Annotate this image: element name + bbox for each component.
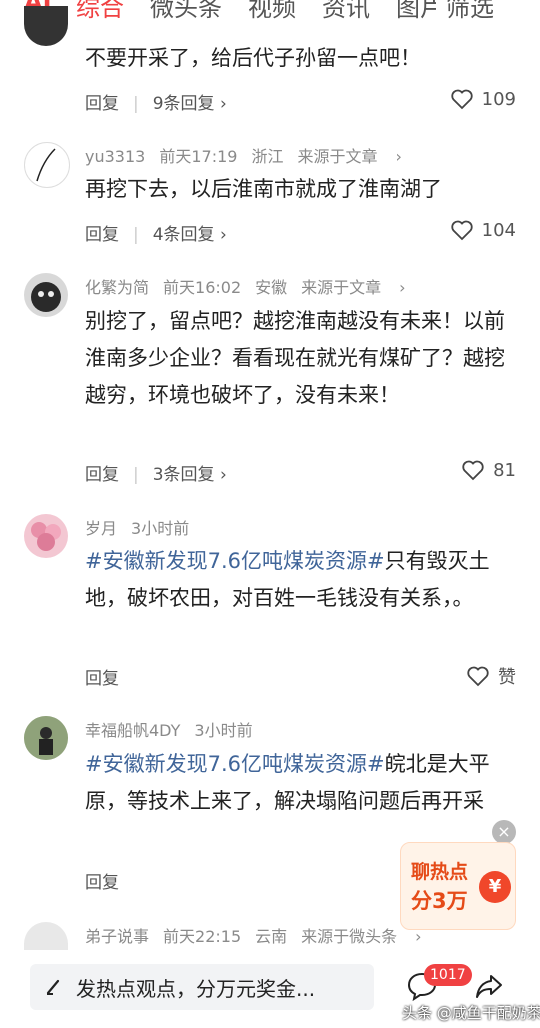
- avatar-image: [24, 716, 68, 760]
- location: 云南: [255, 927, 288, 946]
- comment-body: 不要开采了，给后代子孙留一点吧！: [85, 46, 421, 70]
- coin-icon: ¥: [479, 871, 511, 903]
- username[interactable]: 弟子说事: [85, 927, 149, 946]
- heart-icon: [467, 666, 489, 687]
- source-link[interactable]: 来源于文章 ›: [297, 147, 415, 166]
- timestamp: 前天22:15: [163, 927, 242, 946]
- top-tab-bar: AI 综合 微头条 视频 资讯 图片 筛选: [0, 0, 540, 28]
- avatar[interactable]: [24, 922, 68, 950]
- like-button[interactable]: 81: [461, 459, 516, 481]
- reply-button[interactable]: 回复: [85, 225, 119, 245]
- avatar[interactable]: [24, 716, 68, 760]
- comment-actions: 回复: [85, 868, 119, 893]
- timestamp: 前天16:02: [163, 278, 242, 297]
- pen-icon: [46, 979, 60, 995]
- reply-button[interactable]: 回复: [85, 94, 119, 114]
- like-button[interactable]: 赞: [466, 663, 516, 689]
- like-button[interactable]: 109: [450, 88, 516, 110]
- share-icon[interactable]: [474, 972, 504, 1000]
- tab-filter[interactable]: 筛选: [446, 0, 494, 23]
- like-label: 赞: [498, 667, 516, 688]
- tab-micro[interactable]: 微头条: [150, 0, 222, 23]
- username[interactable]: 化繁为简: [85, 278, 149, 297]
- tab-all[interactable]: 综合: [76, 0, 124, 23]
- comment-actions: 回复 | 9条回复 ›: [85, 94, 227, 114]
- like-count: 109: [481, 88, 516, 110]
- like-count: 104: [481, 219, 516, 241]
- like-button[interactable]: 104: [450, 219, 516, 241]
- comment-body: #安徽新发现7.6亿吨煤炭资源#只有毁灭土地，破坏农田，对百姓一毛钱没有关系，。: [85, 549, 490, 610]
- comment-actions: 回复 | 3条回复 ›: [85, 465, 227, 485]
- tab-video[interactable]: 视频: [248, 0, 296, 23]
- username[interactable]: 岁月: [85, 519, 117, 538]
- source-link[interactable]: 来源于文章 ›: [301, 278, 419, 297]
- comment-body: 再挖下去，以后淮南市就成了淮南湖了: [85, 177, 442, 201]
- avatar-image: [31, 282, 61, 312]
- replies-link[interactable]: 3条回复 ›: [153, 465, 227, 485]
- timestamp: 3小时前: [194, 721, 253, 740]
- username[interactable]: yu3313: [85, 147, 145, 166]
- username[interactable]: 幸福船帆4DY: [85, 721, 180, 740]
- comment-meta: yu3313 前天17:19 浙江 来源于文章 ›: [85, 143, 430, 167]
- reply-button[interactable]: 回复: [85, 465, 119, 485]
- hot-topic-promo[interactable]: 聊热点 分3万 ¥: [400, 842, 516, 930]
- avatar-image: [36, 148, 56, 182]
- watermark: 头条 @咸鱼干配奶茶: [402, 1004, 540, 1022]
- hashtag-link[interactable]: #安徽新发现7.6亿吨煤炭资源#: [85, 752, 385, 776]
- tab-images[interactable]: 图片: [396, 0, 436, 23]
- comment-count-badge: 1017: [424, 964, 472, 986]
- comment-body: 别挖了，留点吧？越挖淮南越没有未来！以前淮南多少企业？看看现在就光有煤矿了？越挖…: [85, 309, 505, 407]
- avatar[interactable]: [24, 514, 68, 558]
- comment-meta: 幸福船帆4DY 3小时前: [85, 717, 267, 741]
- avatar[interactable]: [24, 273, 68, 317]
- reply-button[interactable]: 回复: [85, 873, 119, 893]
- promo-line2: 分3万: [411, 889, 468, 913]
- hashtag-link[interactable]: #安徽新发现7.6亿吨煤炭资源#: [85, 549, 385, 573]
- comment-body: #安徽新发现7.6亿吨煤炭资源#皖北是大平原，等技术上来了，解决塌陷问题后再开采: [85, 752, 490, 813]
- reply-button[interactable]: 回复: [85, 669, 119, 689]
- timestamp: 3小时前: [131, 519, 190, 538]
- tab-news[interactable]: 资讯: [322, 0, 370, 23]
- heart-icon: [450, 89, 473, 110]
- like-count: 81: [493, 459, 516, 481]
- replies-link[interactable]: 9条回复 ›: [153, 94, 227, 114]
- timestamp: 前天17:19: [159, 147, 238, 166]
- replies-link[interactable]: 4条回复 ›: [153, 225, 227, 245]
- location: 浙江: [251, 147, 284, 166]
- comment-meta: 化繁为简 前天16:02 安徽 来源于文章 ›: [85, 274, 434, 298]
- promo-line1: 聊热点: [411, 861, 469, 883]
- avatar-image: [31, 522, 61, 551]
- avatar[interactable]: [24, 142, 70, 188]
- location: 安徽: [255, 278, 288, 297]
- comment-meta: 岁月 3小时前: [85, 515, 203, 539]
- heart-icon: [462, 460, 484, 481]
- close-icon[interactable]: ×: [492, 820, 516, 844]
- comment-input[interactable]: 发热点观点，分万元奖金...: [30, 964, 374, 1010]
- heart-icon: [450, 220, 473, 241]
- avatar[interactable]: [24, 6, 68, 46]
- comment-actions: 回复: [85, 664, 119, 689]
- comment-actions: 回复 | 4条回复 ›: [85, 225, 227, 245]
- comment-input-placeholder: 发热点观点，分万元奖金...: [76, 976, 316, 1001]
- comment-meta: 弟子说事 前天22:15 云南 来源于微头条 ›: [85, 923, 450, 947]
